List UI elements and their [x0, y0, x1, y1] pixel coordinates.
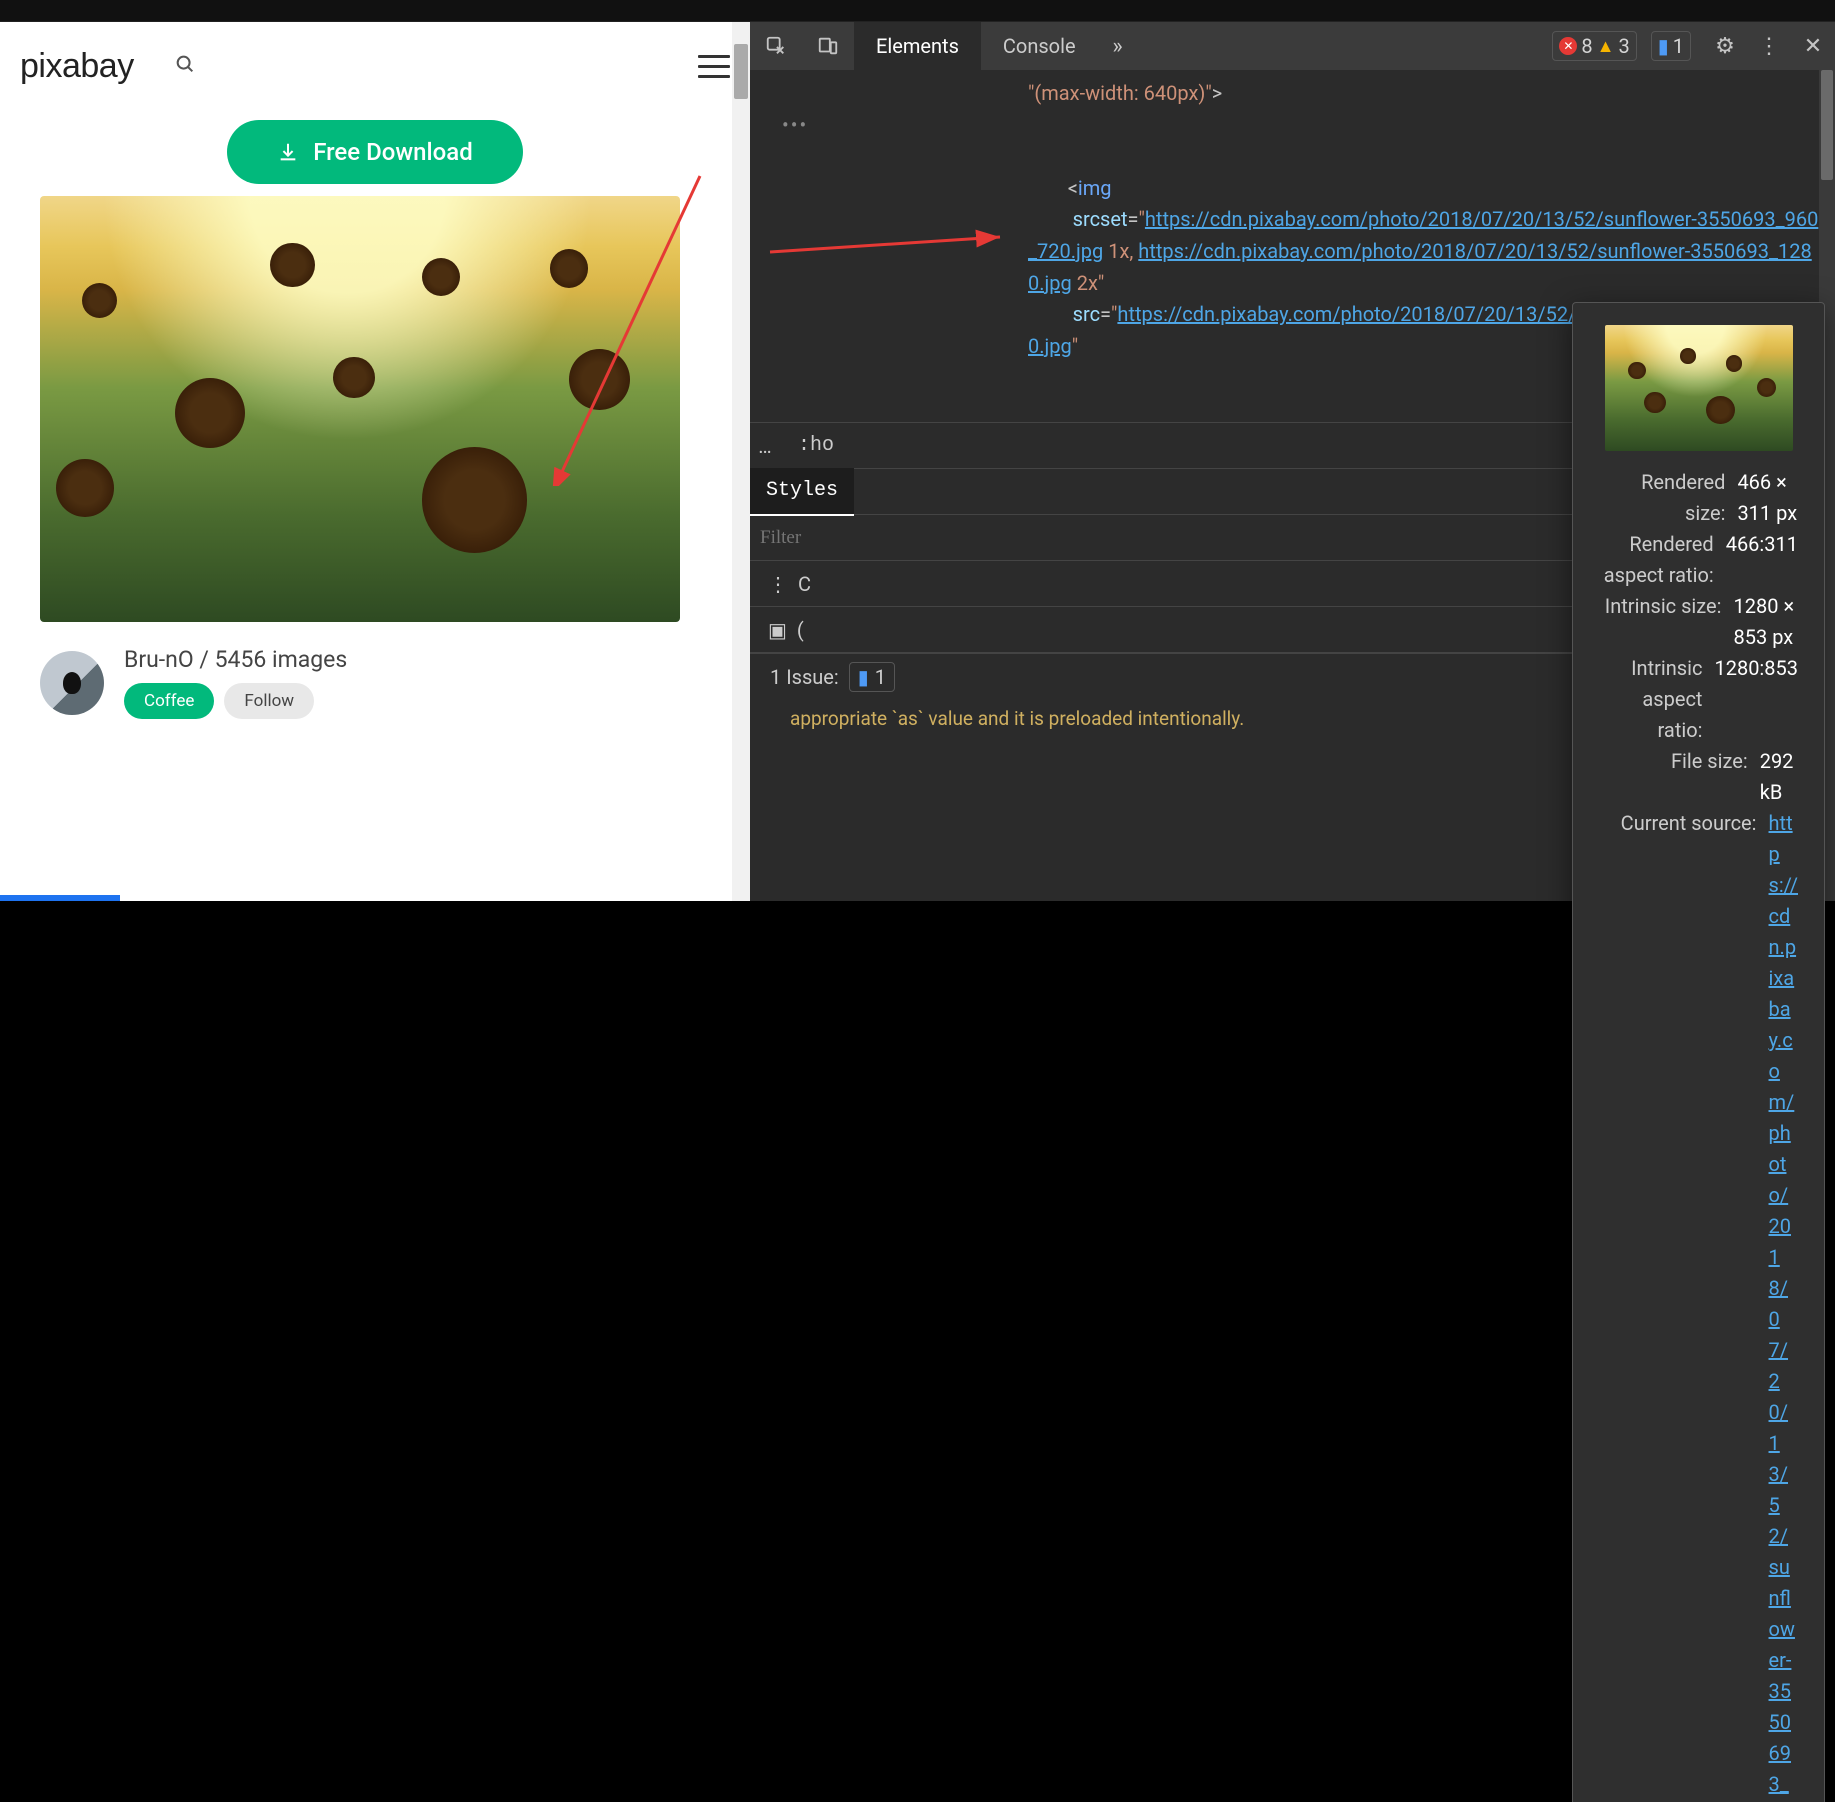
styles-filter-input[interactable] — [760, 527, 840, 549]
intrinsic-size: 1280 × 853 px — [1734, 591, 1798, 653]
download-button-label: Free Download — [313, 138, 473, 166]
search-icon[interactable] — [174, 53, 196, 80]
issues-badge[interactable]: ▮1 — [1651, 31, 1691, 61]
rendered-aspect-ratio: 466:311 — [1726, 529, 1798, 591]
hov-fragment: :ho — [782, 423, 850, 469]
issue-icon: ▮ — [1658, 34, 1669, 58]
author-name[interactable]: Bru-nO / 5456 images — [124, 646, 347, 673]
author-row: Bru-nO / 5456 images Coffee Follow — [0, 622, 750, 729]
breadcrumb-overflow-icon[interactable]: … — [750, 434, 782, 458]
error-icon: ✕ — [1559, 37, 1577, 55]
coffee-button[interactable]: Coffee — [124, 683, 214, 719]
tooltip-thumbnail — [1605, 325, 1793, 451]
tab-styles[interactable]: Styles — [750, 468, 854, 516]
animation-play-icon[interactable]: ▣ — [758, 618, 797, 642]
page-scrollbar[interactable] — [732, 22, 750, 901]
browser-chrome-bar — [0, 0, 1835, 22]
hamburger-menu-icon[interactable] — [698, 55, 730, 78]
css-rule-fragment: C — [798, 572, 811, 596]
close-icon[interactable]: ✕ — [1791, 22, 1835, 70]
download-icon — [277, 141, 299, 163]
file-size: 292 kB — [1760, 746, 1798, 808]
main-photo[interactable] — [40, 196, 680, 622]
current-source-url[interactable]: https://cdn.pixabay.com/photo/2018/07/20… — [1769, 808, 1798, 1802]
device-toggle-icon[interactable] — [802, 22, 854, 70]
inspect-element-icon[interactable] — [750, 22, 802, 70]
free-download-button[interactable]: Free Download — [227, 120, 523, 184]
animation-fragment: ( — [797, 618, 804, 642]
devtools-panel: Elements Console » ✕8 ▲3 ▮1 ⚙ ⋮ ✕ "(max-… — [750, 22, 1835, 901]
collapsed-node-icon[interactable]: ••• — [778, 110, 1827, 142]
pixabay-logo[interactable]: pixabay — [20, 47, 134, 86]
warning-icon: ▲ — [1597, 36, 1615, 57]
tab-console[interactable]: Console — [981, 22, 1098, 70]
devtools-toolbar: Elements Console » ✕8 ▲3 ▮1 ⚙ ⋮ ✕ — [750, 22, 1835, 70]
site-header: pixabay — [0, 22, 750, 110]
rendered-page: pixabay Free Download — [0, 22, 750, 901]
css-rule-menu-icon[interactable]: ⋮ — [758, 572, 798, 596]
tab-elements[interactable]: Elements — [854, 22, 981, 70]
gear-icon[interactable]: ⚙ — [1703, 22, 1747, 70]
error-warning-badge[interactable]: ✕8 ▲3 — [1552, 31, 1636, 61]
follow-button[interactable]: Follow — [224, 683, 314, 719]
issue-icon: ▮ — [858, 665, 869, 689]
more-icon[interactable]: ⋮ — [1747, 22, 1791, 70]
page-load-progress-bar — [0, 895, 120, 901]
rendered-size: 466 × 311 px — [1737, 467, 1798, 529]
intrinsic-aspect-ratio: 1280:853 — [1714, 653, 1798, 746]
tabs-overflow-icon[interactable]: » — [1098, 22, 1138, 70]
image-hover-tooltip: Rendered size:466 × 311 px Rendered aspe… — [1572, 302, 1825, 1802]
author-avatar[interactable] — [40, 651, 104, 715]
